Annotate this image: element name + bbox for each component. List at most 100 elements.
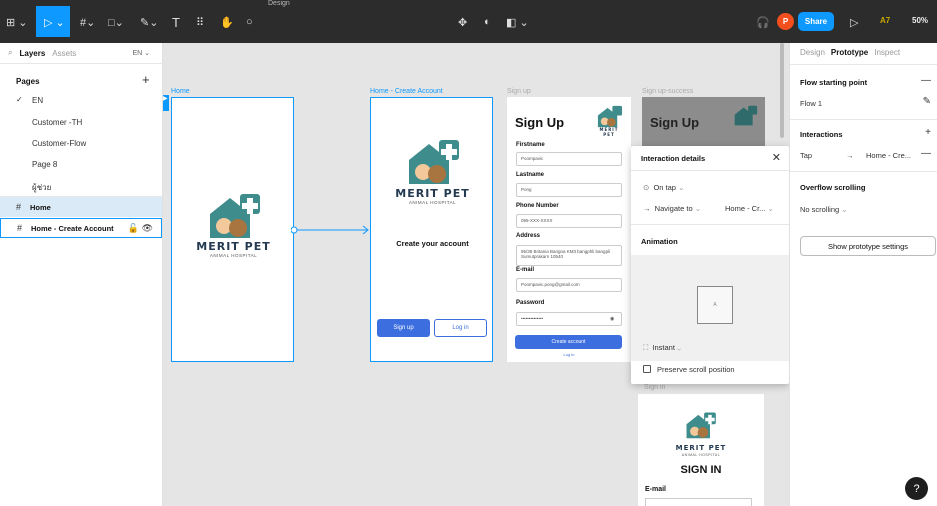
page-item-en[interactable]: EN xyxy=(32,96,43,105)
transition-select[interactable]: ⛶ Instant ⌄ xyxy=(643,343,681,353)
email-field[interactable]: Poompavic.pong@gmail.com xyxy=(516,278,622,292)
contrast-icon[interactable]: ◐ xyxy=(484,12,491,32)
animation-heading: Animation xyxy=(641,237,678,246)
main-menu-icon[interactable]: ⊞ ⌄ xyxy=(6,12,28,32)
top-toolbar: ⊞ ⌄ ▷ ⌄ #⌄ □⌄ ✎⌄ T ⠿ ✋ ○ Design ✥ ◐ ◧ ⌄ … xyxy=(0,0,937,43)
chevron-down-icon: ⌄ xyxy=(767,204,774,213)
checkmark-icon: ✓ xyxy=(16,95,23,104)
interaction-trigger[interactable]: Tap xyxy=(800,151,812,160)
text-tool-icon[interactable]: T xyxy=(172,12,180,32)
firstname-field[interactable]: Poompavic xyxy=(516,152,622,166)
layers-panel: ⌕ Layers Assets EN ⌄ Pages + ✓ EN Custom… xyxy=(0,43,163,506)
popup-title: Interaction details xyxy=(641,154,706,163)
canvas-scrollbar[interactable] xyxy=(780,43,784,138)
divider xyxy=(0,63,163,64)
frame-label-sign-up[interactable]: Sign up xyxy=(507,88,531,95)
minus-icon[interactable]: — xyxy=(921,75,931,86)
logo-subtitle: ANIMAL HOSPITAL xyxy=(209,253,258,258)
frame-icon: # xyxy=(17,223,23,233)
action-select[interactable]: → Navigate to ⌄ xyxy=(643,204,701,213)
frame-label-create-account[interactable]: Home - Create Account xyxy=(370,88,443,95)
destination-select[interactable]: Home - Cr... ⌄ xyxy=(725,204,774,213)
field-label: E-mail xyxy=(516,267,535,273)
move-tool-icon[interactable]: ▷ ⌄ xyxy=(44,12,65,32)
logo-text: MERIT PET ANIMAL HOSPITAL xyxy=(186,240,281,258)
component-icon[interactable]: ✥ xyxy=(458,12,467,32)
add-page-icon[interactable]: + xyxy=(142,72,150,87)
eye-icon[interactable]: ◉ xyxy=(610,316,614,322)
merit-pet-logo-icon xyxy=(734,105,758,126)
phone-field[interactable]: 095-XXX-XXXX xyxy=(516,214,622,228)
frame-home[interactable]: MERIT PET ANIMAL HOSPITAL xyxy=(171,97,294,362)
chevron-down-icon: ⌄ xyxy=(678,183,685,192)
page-item-assistant[interactable]: ผู้ช่วย xyxy=(32,181,51,194)
frame-label-sign-up-success[interactable]: Sign up-success xyxy=(642,88,693,95)
comment-tool-icon[interactable]: ○ xyxy=(246,12,253,32)
hand-tool-icon[interactable]: ✋ xyxy=(220,12,234,32)
pen-tool-icon[interactable]: ✎⌄ xyxy=(140,12,158,32)
lock-eye-icon[interactable]: 🔓 👁 xyxy=(128,223,153,234)
clock-icon: ⊙ xyxy=(643,183,650,192)
tab-layers[interactable]: Layers xyxy=(19,49,45,58)
show-prototype-settings-button[interactable]: Show prototype settings xyxy=(800,236,936,256)
tab-design[interactable]: Design xyxy=(800,48,825,57)
transition-icon: ⛶ xyxy=(643,343,649,352)
zoom-level[interactable]: 50% xyxy=(912,16,928,25)
tab-inspect[interactable]: Inspect xyxy=(874,48,900,57)
tab-prototype[interactable]: Prototype xyxy=(831,48,868,57)
sign-in-email-label: E-mail xyxy=(645,486,667,493)
layer-row-home-create-account[interactable]: # Home - Create Account 🔓 👁 xyxy=(0,218,162,238)
close-icon[interactable]: ✕ xyxy=(772,151,781,164)
present-icon[interactable]: ▷ xyxy=(850,12,858,32)
headphones-icon[interactable]: 🎧 xyxy=(756,12,770,32)
address-field[interactable]: 95/38 Britania Bangna KM3 bangphli bangp… xyxy=(516,245,622,266)
frame-create-account[interactable]: MERIT PET ANIMAL HOSPITAL Create your ac… xyxy=(370,97,493,362)
user-initials[interactable]: A7 xyxy=(880,16,890,25)
lastname-field[interactable]: Pong xyxy=(516,183,622,197)
layer-row-home[interactable]: # Home xyxy=(0,197,162,217)
share-button[interactable]: Share xyxy=(798,12,834,31)
fill-icon[interactable]: ◧ ⌄ xyxy=(506,12,529,32)
add-interaction-icon[interactable]: + xyxy=(925,127,931,138)
sign-in-email-field[interactable] xyxy=(645,498,752,506)
logo-brand: MERIT PET xyxy=(395,187,470,200)
trigger-select[interactable]: ⊙ On tap ⌄ xyxy=(643,183,684,192)
preserve-scroll-label: Preserve scroll position xyxy=(657,365,735,374)
sign-up-button[interactable]: Sign up xyxy=(377,319,430,337)
action-label: Navigate to xyxy=(654,204,693,213)
destination-label: Home - Cr... xyxy=(725,204,766,213)
avatar[interactable]: P xyxy=(777,13,794,30)
password-field[interactable]: •••••••••••••• xyxy=(516,312,622,326)
page-item-page-8[interactable]: Page 8 xyxy=(32,160,57,169)
help-button[interactable]: ? xyxy=(905,477,928,500)
language-selector[interactable]: EN ⌄ xyxy=(132,49,150,57)
preserve-scroll-checkbox[interactable] xyxy=(643,365,651,373)
log-in-button[interactable]: Log in xyxy=(434,319,487,337)
log-in-link[interactable]: Log in xyxy=(507,352,631,357)
merit-pet-logo-icon xyxy=(686,412,716,439)
frame-label-sign-in[interactable]: Sign in xyxy=(644,384,665,391)
edit-icon[interactable]: ✎ xyxy=(923,96,931,107)
prototype-connector[interactable] xyxy=(291,225,371,235)
flow-start-marker-icon[interactable]: ▶ xyxy=(163,95,169,111)
interaction-target[interactable]: Home - Cre... xyxy=(866,151,911,160)
create-account-heading: Create your account xyxy=(396,239,469,248)
frame-label-home[interactable]: Home xyxy=(171,88,190,95)
frame-sign-up[interactable]: Sign Up MERIT PET Firstname Poompavic La… xyxy=(507,97,631,362)
resources-icon[interactable]: ⠿ xyxy=(196,12,204,32)
frame-sign-in[interactable]: MERIT PET ANIMAL HOSPITAL SIGN IN E-mail xyxy=(638,394,764,506)
overflow-select[interactable]: No scrolling ⌄ xyxy=(800,205,848,214)
divider xyxy=(790,119,937,120)
shape-tool-icon[interactable]: □⌄ xyxy=(108,12,124,32)
create-account-button[interactable]: Create account xyxy=(515,335,622,349)
page-item-customer-th[interactable]: Customer -TH xyxy=(32,118,82,127)
overflow-heading: Overflow scrolling xyxy=(800,183,866,192)
logo-text: MERIT PET ANIMAL HOSPITAL xyxy=(385,187,480,205)
field-label: Lastname xyxy=(516,172,545,178)
tab-assets[interactable]: Assets xyxy=(52,49,76,58)
frame-tool-icon[interactable]: #⌄ xyxy=(80,12,95,32)
remove-interaction-icon[interactable]: — xyxy=(921,148,931,159)
page-item-customer-flow[interactable]: Customer-Flow xyxy=(32,139,86,148)
flow-name[interactable]: Flow 1 xyxy=(800,99,822,108)
search-icon[interactable]: ⌕ xyxy=(8,48,12,58)
